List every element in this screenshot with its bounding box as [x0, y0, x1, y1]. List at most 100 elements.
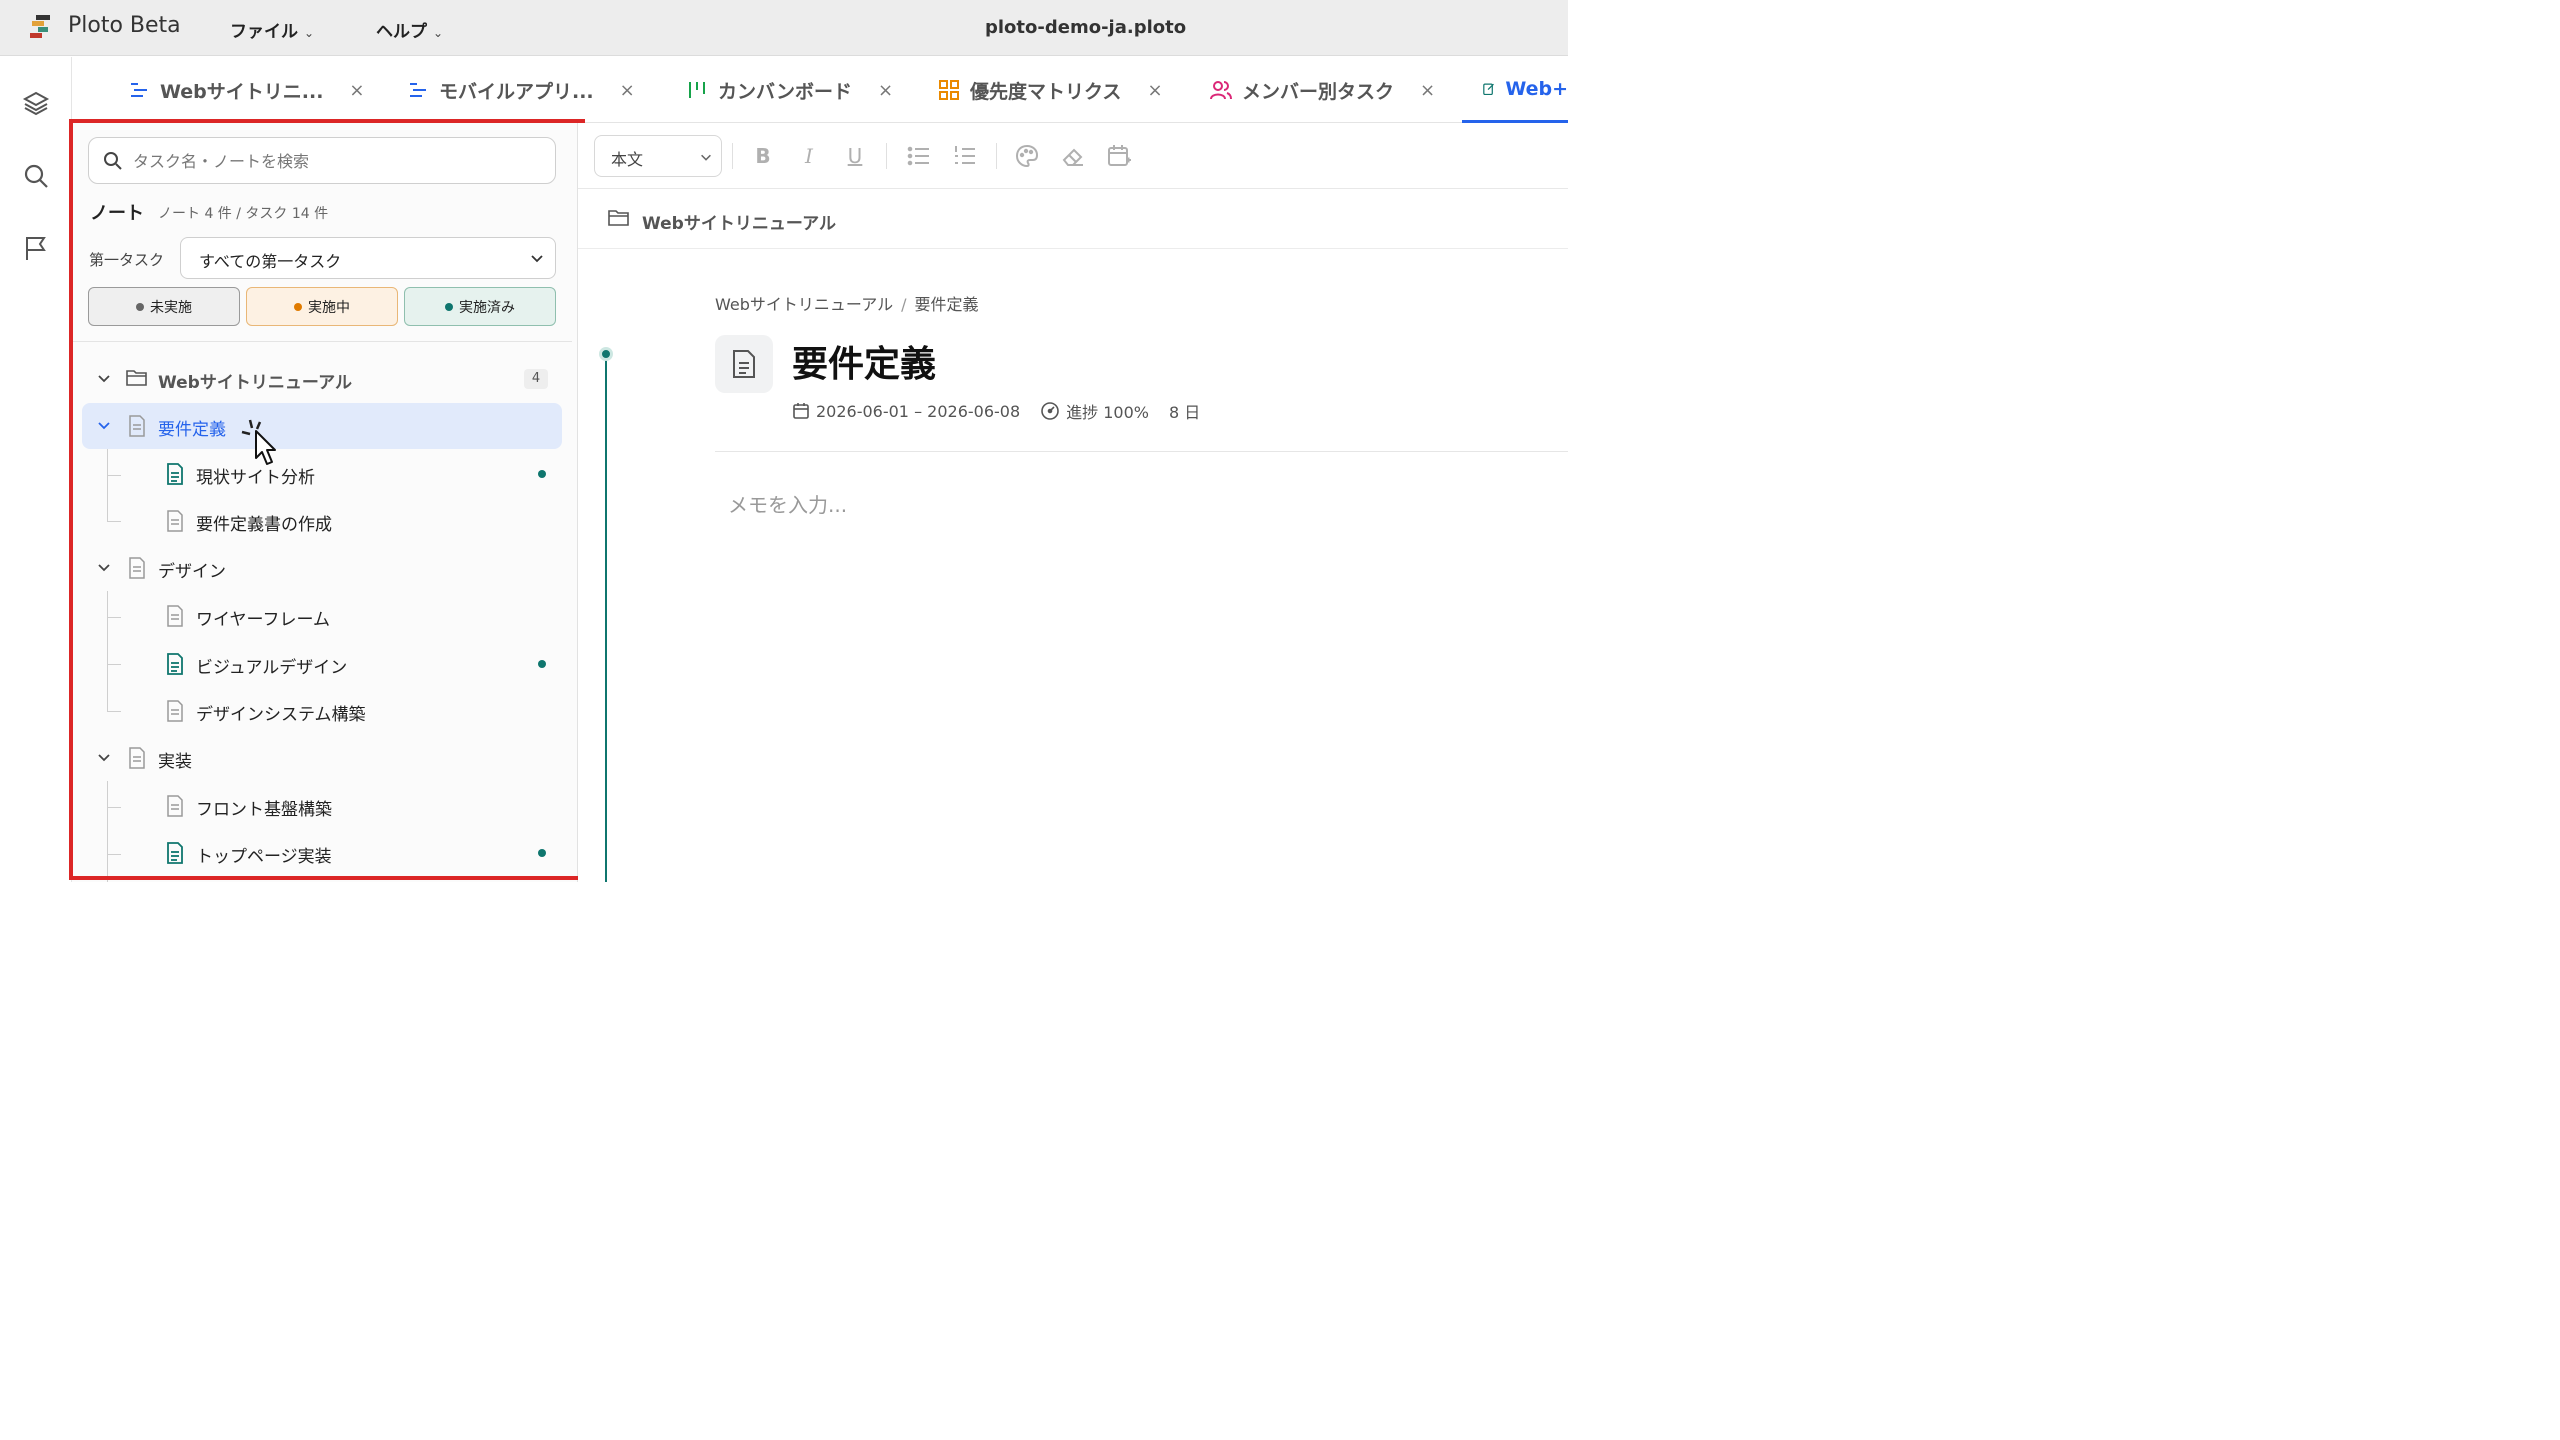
crumb-project[interactable]: Webサイトリニューアル: [642, 209, 836, 234]
timeline-line: [605, 357, 607, 882]
grid-icon: [939, 80, 959, 100]
menu-help[interactable]: ヘルプ ⌄: [376, 17, 443, 42]
format-toolbar: 本文 B I U: [578, 123, 1568, 189]
list-icon: [131, 83, 147, 97]
breadcrumb-item[interactable]: Webサイトリニューアル: [715, 295, 893, 314]
toolbar-separator: [732, 143, 733, 169]
tab-member-tasks[interactable]: メンバー別タスク ×: [1210, 57, 1435, 123]
has-note-dot: [538, 660, 546, 668]
note-crumb-bar: Webサイトリニューアル: [578, 189, 1568, 249]
tab-web-note-active[interactable]: Web+: [1462, 57, 1568, 123]
document-icon: [167, 510, 183, 532]
chevron-down-icon[interactable]: [96, 370, 112, 386]
has-note-dot: [538, 470, 546, 478]
close-icon[interactable]: ×: [1147, 80, 1162, 101]
breadcrumb-item[interactable]: 要件定義: [914, 295, 978, 314]
search-icon: [104, 152, 122, 170]
tab-priority-matrix[interactable]: 優先度マトリクス ×: [938, 57, 1163, 123]
menu-file[interactable]: ファイル ⌄: [230, 17, 314, 42]
search-icon[interactable]: [22, 162, 50, 190]
date-range: 2026-06-01 – 2026-06-08: [792, 402, 1020, 421]
tree-item-current-site-analysis[interactable]: 現状サイト分析: [82, 451, 562, 497]
close-icon[interactable]: ×: [878, 80, 893, 101]
chevron-down-icon: ⌄: [304, 26, 315, 40]
document-title: ploto-demo-ja.ploto: [985, 17, 1187, 38]
note-document-icon: [167, 653, 183, 675]
search-input[interactable]: [133, 146, 543, 176]
folder-icon: [126, 370, 147, 386]
folder-icon: [608, 210, 629, 226]
tree-root-folder[interactable]: Webサイトリニューアル 4: [82, 356, 562, 402]
tab-mobile-app[interactable]: モバイルアプリ... ×: [407, 57, 635, 123]
close-icon[interactable]: ×: [349, 80, 364, 101]
memo-placeholder[interactable]: メモを入力...: [728, 489, 847, 518]
has-note-dot: [538, 849, 546, 857]
users-icon: [1210, 81, 1232, 100]
text-style-select[interactable]: 本文: [594, 135, 722, 177]
layers-icon[interactable]: [22, 89, 50, 117]
tree-item-design[interactable]: デザイン: [82, 545, 562, 591]
status-filter-todo[interactable]: 未実施: [88, 287, 240, 326]
close-icon[interactable]: ×: [620, 80, 635, 101]
breadcrumb: Webサイトリニューアル / 要件定義: [715, 291, 979, 315]
eraser-icon[interactable]: [1060, 143, 1086, 169]
icon-rail: [0, 57, 72, 882]
title-bar: Ploto Beta ファイル ⌄ ヘルプ ⌄ ploto-demo-ja.plot…: [0, 0, 1568, 56]
document-icon: [167, 795, 183, 817]
count-badge: 4: [524, 369, 548, 389]
status-filter-in-progress[interactable]: 実施中: [246, 287, 398, 326]
chevron-down-icon[interactable]: [96, 749, 112, 765]
palette-icon[interactable]: [1014, 143, 1040, 169]
tree-item-wireframe[interactable]: ワイヤーフレーム: [82, 593, 562, 639]
italic-button[interactable]: I: [796, 143, 822, 169]
chevron-down-icon: [531, 255, 543, 263]
status-dot: [136, 302, 144, 311]
document-icon: [129, 747, 145, 769]
document-icon: [167, 700, 183, 722]
divider: [715, 451, 1568, 452]
tab-website-renewal[interactable]: Webサイトリニ... ×: [128, 57, 365, 123]
notes-panel: ノート ノート 4 件 / タスク 14 件 第一タスク すべての第一タスク 未…: [72, 123, 578, 882]
task-meta: 2026-06-01 – 2026-06-08 進捗 100% 8 日: [792, 399, 1220, 423]
bold-button[interactable]: B: [750, 143, 776, 169]
duration: 8 日: [1168, 403, 1201, 422]
tree-item-visual-design[interactable]: ビジュアルデザイン: [82, 641, 562, 687]
bullet-list-icon[interactable]: [906, 143, 932, 169]
status-dot: [294, 302, 302, 311]
tree-item-requirements[interactable]: 要件定義: [82, 403, 562, 449]
tree-item-requirements-doc[interactable]: 要件定義書の作成: [82, 498, 562, 544]
first-task-select[interactable]: すべての第一タスク: [180, 237, 556, 279]
timeline-dot: [599, 347, 613, 361]
tree-item-implementation[interactable]: 実装: [82, 735, 562, 781]
chevron-down-icon[interactable]: [96, 559, 112, 575]
document-icon: [733, 350, 755, 378]
underline-button[interactable]: U: [842, 143, 868, 169]
progress: 進捗 100%: [1040, 399, 1149, 423]
calendar-add-icon[interactable]: [1106, 143, 1132, 169]
note-editor: 本文 B I U Webサイトリニューアル Webサイトリニューアル / 要件定義 …: [578, 123, 1568, 882]
chevron-down-icon[interactable]: [96, 417, 112, 433]
flag-icon[interactable]: [22, 234, 50, 262]
status-dot: [445, 302, 453, 311]
note-document-icon: [167, 842, 183, 864]
tree-item-top-page[interactable]: トップページ実装: [82, 830, 562, 876]
numbered-list-icon[interactable]: [952, 143, 978, 169]
chevron-down-icon: [701, 154, 711, 161]
tree-item-design-system[interactable]: デザインシステム構築: [82, 688, 562, 734]
close-icon[interactable]: ×: [1420, 80, 1435, 101]
document-icon: [167, 605, 183, 627]
toolbar-separator: [886, 143, 887, 169]
document-icon: [129, 415, 145, 437]
app-name: Ploto Beta: [68, 13, 181, 38]
notes-heading: ノート: [90, 203, 144, 224]
chevron-down-icon: ⌄: [433, 26, 444, 40]
tree-item-front-foundation[interactable]: フロント基盤構築: [82, 783, 562, 829]
tab-kanban[interactable]: カンバンボード ×: [686, 57, 893, 123]
calendar-icon: [793, 403, 809, 419]
mouse-cursor-icon: [241, 419, 276, 465]
tab-bar: Webサイトリニ... × モバイルアプリ... × カンバンボード × 優先度…: [72, 57, 1568, 123]
page-title[interactable]: 要件定義: [792, 335, 936, 387]
search-box[interactable]: [88, 137, 556, 184]
divider: [72, 341, 572, 342]
status-filter-done[interactable]: 実施済み: [404, 287, 556, 326]
